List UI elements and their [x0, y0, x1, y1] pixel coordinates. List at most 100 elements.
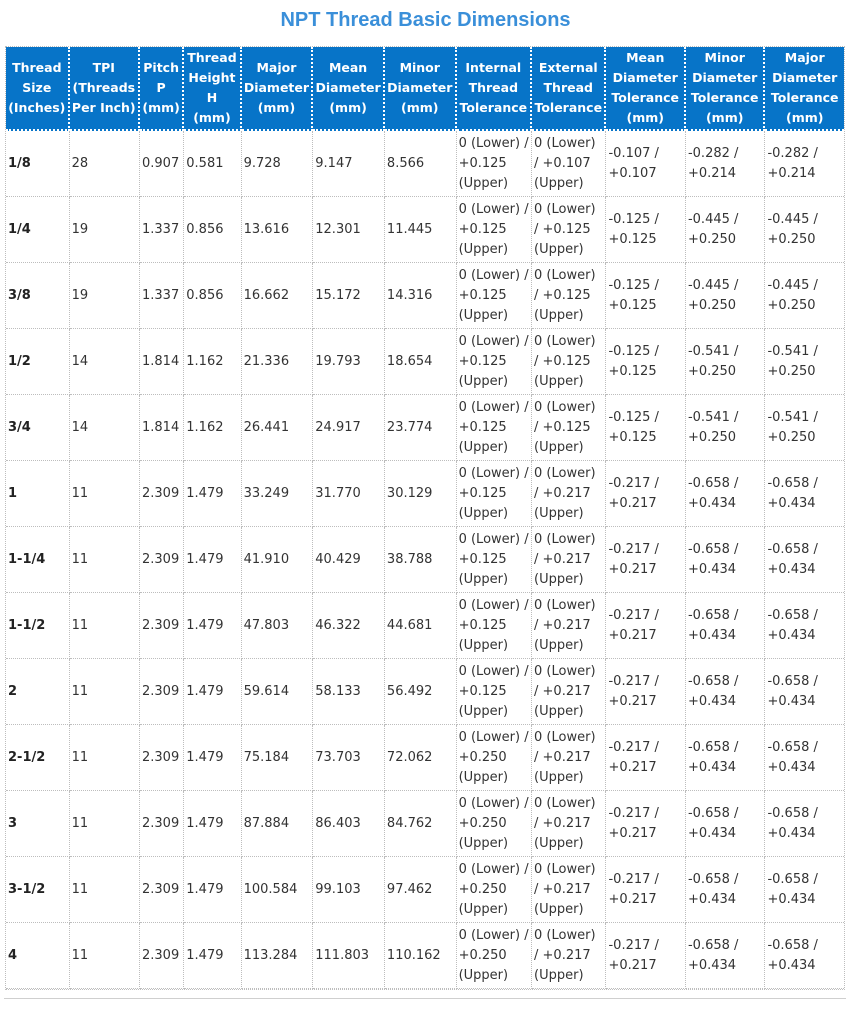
cell-major-diameter: 87.884 [241, 791, 314, 857]
cell-thread-height: 1.479 [184, 857, 242, 923]
cell-pitch: 1.337 [140, 263, 185, 329]
column-header-external-tolerance: External Thread Tolerance [532, 47, 607, 131]
cell-minor-diameter: 18.654 [384, 329, 457, 395]
cell-pitch: 1.814 [140, 329, 185, 395]
cell-pitch: 2.309 [140, 725, 185, 791]
cell-major-diameter: 16.662 [241, 263, 314, 329]
header-row: Thread Size (Inches) TPI (Threads Per Inc… [6, 47, 844, 131]
cell-minor-diameter: 44.681 [384, 593, 457, 659]
cell-major-diameter: 13.616 [241, 197, 314, 263]
cell-pitch: 2.309 [140, 593, 185, 659]
cell-pitch: 2.309 [140, 659, 185, 725]
cell-mean-diameter-tolerance: -0.217 / +0.217 [606, 593, 686, 659]
cell-external-tolerance: 0 (Lower) / +0.217 (Upper) [532, 593, 607, 659]
cell-mean-diameter-tolerance: -0.107 / +0.107 [606, 131, 686, 197]
cell-thread-size: 1-1/4 [6, 527, 70, 593]
cell-major-diameter: 59.614 [241, 659, 314, 725]
cell-external-tolerance: 0 (Lower) / +0.217 (Upper) [532, 659, 607, 725]
cell-thread-height: 1.479 [184, 659, 242, 725]
cell-pitch: 2.309 [140, 923, 185, 989]
cell-minor-diameter-tolerance: -0.658 / +0.434 [685, 857, 766, 923]
cell-thread-size: 1/8 [6, 131, 70, 197]
cell-thread-height: 1.479 [184, 725, 242, 791]
cell-minor-diameter: 23.774 [384, 395, 457, 461]
cell-mean-diameter-tolerance: -0.125 / +0.125 [606, 263, 686, 329]
cell-mean-diameter-tolerance: -0.217 / +0.217 [606, 527, 686, 593]
cell-minor-diameter-tolerance: -0.658 / +0.434 [685, 791, 766, 857]
cell-thread-height: 0.581 [184, 131, 242, 197]
column-header-mean-diameter: Mean Diameter (mm) [313, 47, 385, 131]
cell-major-diameter: 33.249 [241, 461, 314, 527]
table-row: 4 11 2.309 1.479 113.284 111.803 110.162 0 (Low… [6, 923, 844, 989]
cell-pitch: 0.907 [140, 131, 185, 197]
cell-mean-diameter: 9.147 [313, 131, 385, 197]
cell-minor-diameter: 110.162 [384, 923, 457, 989]
cell-minor-diameter-tolerance: -0.541 / +0.250 [685, 329, 766, 395]
cell-minor-diameter: 11.445 [384, 197, 457, 263]
cell-thread-height: 1.162 [184, 329, 242, 395]
cell-minor-diameter: 84.762 [384, 791, 457, 857]
cell-major-diameter: 100.584 [241, 857, 314, 923]
cell-major-diameter-tolerance: -0.658 / +0.434 [765, 593, 844, 659]
cell-minor-diameter-tolerance: -0.658 / +0.434 [685, 659, 766, 725]
cell-internal-tolerance: 0 (Lower) / +0.125 (Upper) [456, 329, 533, 395]
cell-pitch: 2.309 [140, 857, 185, 923]
cell-major-diameter-tolerance: -0.445 / +0.250 [765, 197, 844, 263]
cell-major-diameter-tolerance: -0.541 / +0.250 [765, 329, 844, 395]
cell-major-diameter: 26.441 [241, 395, 314, 461]
cell-mean-diameter: 86.403 [313, 791, 385, 857]
cell-external-tolerance: 0 (Lower) / +0.125 (Upper) [532, 197, 607, 263]
cell-thread-size: 3/4 [6, 395, 70, 461]
cell-internal-tolerance: 0 (Lower) / +0.125 (Upper) [456, 131, 533, 197]
column-header-major-diameter: Major Diameter (mm) [241, 47, 314, 131]
cell-internal-tolerance: 0 (Lower) / +0.250 (Upper) [456, 923, 533, 989]
cell-mean-diameter: 111.803 [313, 923, 385, 989]
table-row: 2-1/2 11 2.309 1.479 75.184 73.703 72.062 0 (Lo… [6, 725, 844, 791]
cell-internal-tolerance: 0 (Lower) / +0.125 (Upper) [456, 197, 533, 263]
cell-mean-diameter: 12.301 [313, 197, 385, 263]
table-row: 2 11 2.309 1.479 59.614 58.133 56.492 0 (Lower)… [6, 659, 844, 725]
cell-major-diameter-tolerance: -0.658 / +0.434 [765, 659, 844, 725]
cell-mean-diameter: 46.322 [313, 593, 385, 659]
table-row: 1/4 19 1.337 0.856 13.616 12.301 11.445 0 (Lowe… [6, 197, 844, 263]
cell-thread-height: 1.479 [184, 791, 242, 857]
cell-external-tolerance: 0 (Lower) / +0.217 (Upper) [532, 725, 607, 791]
cell-external-tolerance: 0 (Lower) / +0.217 (Upper) [532, 527, 607, 593]
cell-tpi: 19 [69, 263, 140, 329]
table-row: 3-1/2 11 2.309 1.479 100.584 99.103 97.462 0 (L… [6, 857, 844, 923]
cell-pitch: 2.309 [140, 527, 185, 593]
cell-external-tolerance: 0 (Lower) / +0.125 (Upper) [532, 263, 607, 329]
column-header-thread-size: Thread Size (Inches) [6, 47, 70, 131]
cell-thread-size: 1/4 [6, 197, 70, 263]
cell-major-diameter-tolerance: -0.658 / +0.434 [765, 923, 844, 989]
cell-internal-tolerance: 0 (Lower) / +0.125 (Upper) [456, 263, 533, 329]
cell-thread-size: 2-1/2 [6, 725, 70, 791]
cell-tpi: 28 [69, 131, 140, 197]
cell-major-diameter: 21.336 [241, 329, 314, 395]
cell-minor-diameter: 97.462 [384, 857, 457, 923]
cell-external-tolerance: 0 (Lower) / +0.217 (Upper) [532, 857, 607, 923]
cell-minor-diameter-tolerance: -0.541 / +0.250 [685, 395, 766, 461]
cell-internal-tolerance: 0 (Lower) / +0.250 (Upper) [456, 725, 533, 791]
cell-minor-diameter: 38.788 [384, 527, 457, 593]
cell-minor-diameter: 72.062 [384, 725, 457, 791]
cell-mean-diameter: 24.917 [313, 395, 385, 461]
cell-thread-size: 3-1/2 [6, 857, 70, 923]
cell-tpi: 11 [69, 527, 140, 593]
cell-minor-diameter-tolerance: -0.658 / +0.434 [685, 461, 766, 527]
cell-major-diameter: 47.803 [241, 593, 314, 659]
cell-thread-height: 1.479 [184, 593, 242, 659]
cell-major-diameter: 113.284 [241, 923, 314, 989]
cell-major-diameter-tolerance: -0.658 / +0.434 [765, 461, 844, 527]
cell-minor-diameter-tolerance: -0.658 / +0.434 [685, 593, 766, 659]
cell-thread-size: 1-1/2 [6, 593, 70, 659]
cell-internal-tolerance: 0 (Lower) / +0.125 (Upper) [456, 395, 533, 461]
cell-minor-diameter: 56.492 [384, 659, 457, 725]
cell-pitch: 2.309 [140, 791, 185, 857]
cell-tpi: 14 [69, 395, 140, 461]
cell-thread-size: 4 [6, 923, 70, 989]
table-row: 1/2 14 1.814 1.162 21.336 19.793 18.654 0 (Lowe… [6, 329, 844, 395]
cell-minor-diameter-tolerance: -0.445 / +0.250 [685, 263, 766, 329]
cell-major-diameter-tolerance: -0.658 / +0.434 [765, 791, 844, 857]
cell-external-tolerance: 0 (Lower) / +0.125 (Upper) [532, 329, 607, 395]
